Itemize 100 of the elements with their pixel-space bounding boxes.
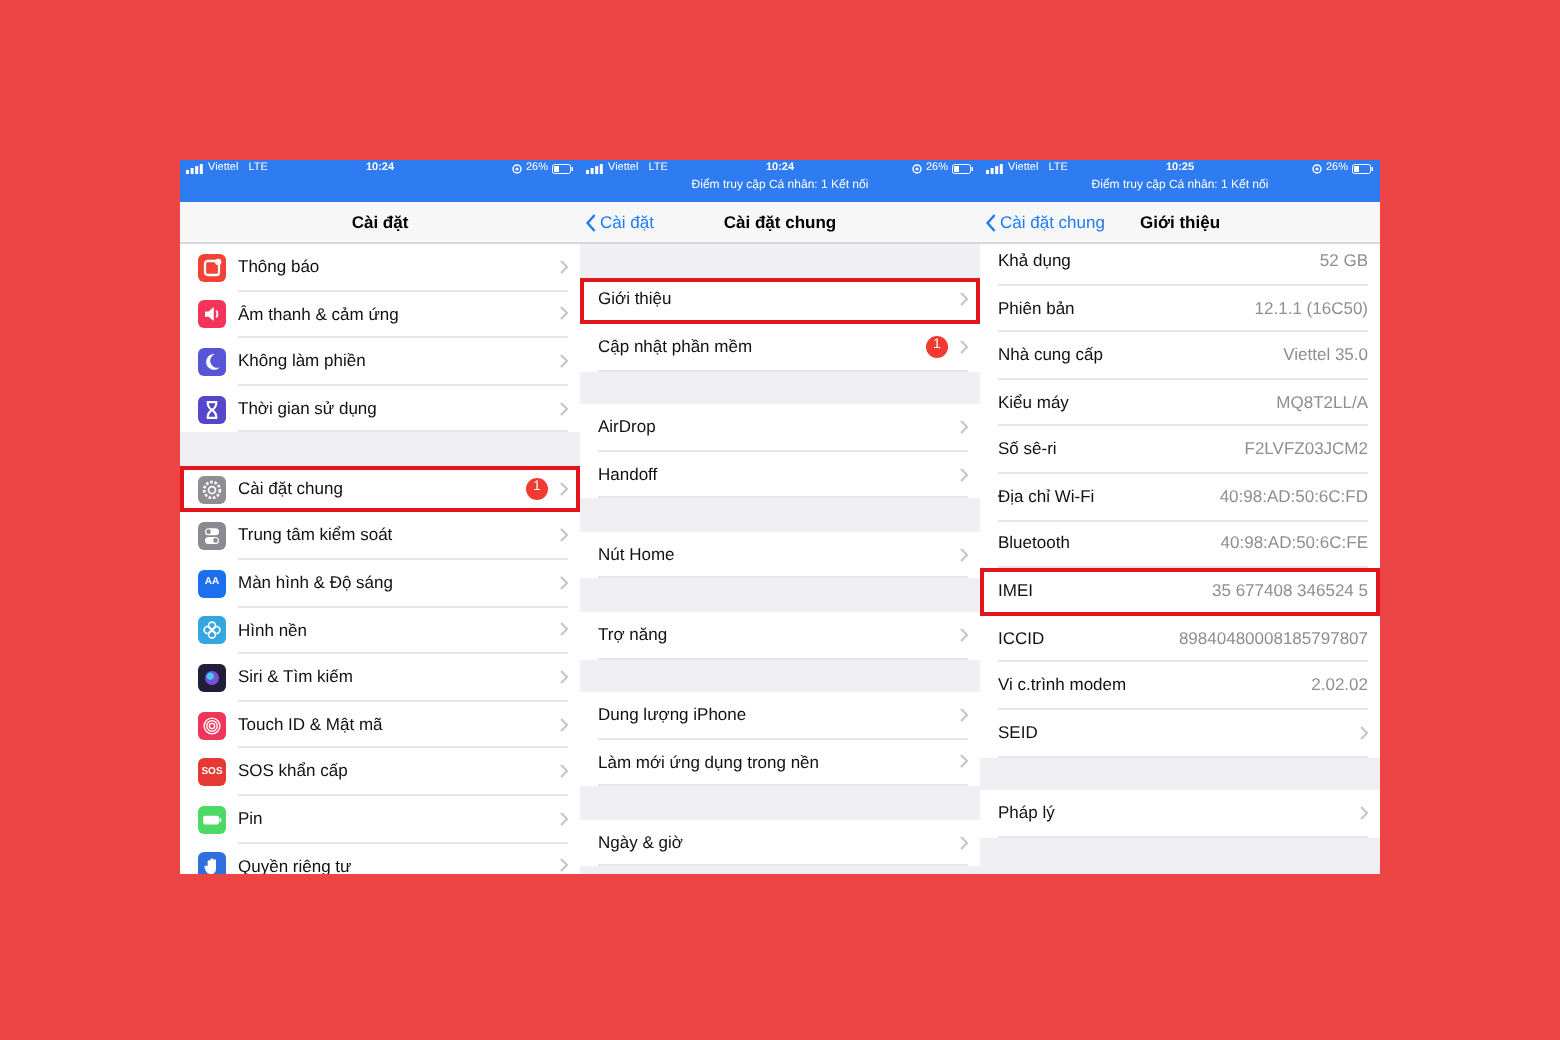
row-label: Âm thanh & cảm ứng [238, 301, 401, 327]
row-label: Kiểu máy [998, 389, 1071, 415]
settings-row[interactable]: AirDrop [580, 404, 980, 452]
chevron-icon [560, 622, 568, 637]
screen-title: Giới thiệu [1137, 209, 1223, 235]
chevron-icon [1360, 725, 1368, 740]
row-label: Khả dụng [998, 247, 1073, 274]
row-label: Quyền riêng tư [238, 853, 354, 874]
settings-row[interactable]: Thời gian sử dụng [180, 385, 580, 433]
chevron-icon [560, 259, 568, 274]
settings-row[interactable]: Không làm phiền [180, 338, 580, 386]
row-label: Phiên bản [998, 295, 1077, 321]
chevron-icon [960, 339, 968, 354]
screen-title: Cài đặt [349, 209, 411, 235]
settings-row[interactable]: Quyền riêng tư [180, 843, 580, 874]
settings-row[interactable]: Pháp lý [980, 790, 1380, 838]
battery-icon [552, 164, 575, 174]
row-value: 2.02.02 [1311, 672, 1368, 699]
battery-icon [952, 164, 975, 174]
row-label: Cập nhật phần mềm [598, 334, 755, 360]
row-label: Không làm phiền [238, 348, 368, 374]
battery-icon [1352, 164, 1375, 174]
back-chevron-icon [586, 213, 596, 231]
settings-row[interactable]: Bluetooth 40:98:AD:50:6C:FE [980, 521, 1380, 569]
settings-row[interactable]: Nhà cung cấp Viettel 35.0 [980, 332, 1380, 380]
settings-row[interactable]: SEID [980, 709, 1380, 758]
back-button[interactable]: Cài đặt [586, 209, 654, 235]
settings-row[interactable]: Touch ID & Mật mã [180, 701, 580, 749]
row-label: AirDrop [598, 414, 658, 440]
signal-icon [186, 164, 204, 174]
row-value: 40:98:AD:50:6C:FD [1219, 483, 1368, 510]
location-icon [1312, 164, 1322, 174]
row-value: 35 677408 346524 5 [1212, 578, 1368, 604]
chevron-icon [560, 401, 568, 416]
row-label: Pin [238, 805, 265, 832]
row-label: Giới thiệu [598, 286, 674, 313]
row-value: 89840480008185797807 [1178, 625, 1368, 651]
settings-row[interactable]: Hình nền [180, 607, 580, 655]
settings-row[interactable]: Số sê-ri F2LVFZ03JCM2 [980, 426, 1380, 474]
row-label: SEID [998, 719, 1040, 746]
row-label: Nút Home [598, 541, 677, 568]
row-label: Bluetooth [998, 530, 1072, 557]
settings-row[interactable]: Thông báo [180, 244, 580, 292]
settings-row[interactable]: Ngày & giờ [580, 819, 980, 867]
row-label: Touch ID & Mật mã [238, 711, 385, 738]
row-value: F2LVFZ03JCM2 [1244, 436, 1368, 463]
row-label: Pháp lý [998, 799, 1057, 826]
chevron-icon [560, 764, 568, 779]
chevron-icon [560, 670, 568, 685]
row-label: Handoff [598, 461, 660, 487]
chevron-icon [560, 353, 568, 368]
row-label: Dung lượng iPhone [598, 701, 749, 728]
settings-row[interactable]: Khả dụng 52 GB [980, 244, 1380, 286]
settings-row[interactable]: Dung lượng iPhone [580, 692, 980, 740]
row-label: IMEI [998, 578, 1035, 604]
settings-row[interactable]: IMEI 35 677408 346524 5 [980, 568, 1380, 616]
settings-row[interactable]: Handoff [580, 451, 980, 499]
chevron-icon [960, 835, 968, 850]
row-label: Trung tâm kiểm soát [238, 522, 395, 549]
row-value: 12.1.1 (16C50) [1254, 295, 1368, 321]
chevron-icon [560, 481, 568, 496]
row-label: ICCID [998, 625, 1047, 651]
row-label: Nhà cung cấp [998, 342, 1105, 368]
settings-row[interactable]: Nút Home [580, 531, 980, 579]
row-label: Hình nền [238, 617, 309, 643]
back-button[interactable]: Cài đặt chung [986, 209, 1105, 235]
row-value: 52 GB [1319, 247, 1368, 274]
settings-row[interactable]: Pin [180, 796, 580, 844]
row-label: Trợ năng [598, 621, 670, 648]
settings-row[interactable]: Trợ năng [580, 611, 980, 660]
row-value: Viettel 35.0 [1283, 342, 1368, 368]
settings-row[interactable]: Làm mới ứng dụng trong nền [580, 739, 980, 787]
signal-icon [586, 164, 604, 174]
settings-row[interactable]: Phiên bản 12.1.1 (16C50) [980, 285, 1380, 333]
chevron-icon [560, 811, 568, 826]
row-label: SOS khẩn cấp [238, 758, 350, 785]
settings-row[interactable]: Siri & Tìm kiếm [180, 654, 580, 702]
settings-row[interactable]: Kiểu máy MQ8T2LL/A [980, 379, 1380, 427]
row-label: Địa chỉ Wi-Fi [998, 483, 1097, 510]
location-icon [912, 164, 922, 174]
row-label: Thời gian sử dụng [238, 395, 379, 421]
chevron-icon [560, 717, 568, 732]
row-label: Siri & Tìm kiếm [238, 664, 355, 690]
row-label: Cài đặt chung [238, 475, 345, 502]
settings-row[interactable]: Vi c.trình modem 2.02.02 [980, 662, 1380, 710]
chevron-icon [960, 292, 968, 307]
back-chevron-icon [986, 213, 996, 231]
settings-row[interactable]: Địa chỉ Wi-Fi 40:98:AD:50:6C:FD [980, 473, 1380, 522]
chevron-icon [560, 858, 568, 873]
settings-row[interactable]: Âm thanh & cảm ứng [180, 291, 580, 339]
chevron-icon [560, 575, 568, 590]
location-icon [512, 164, 522, 174]
settings-row[interactable]: Trung tâm kiểm soát [180, 512, 580, 561]
chevron-icon [960, 467, 968, 482]
chevron-icon [960, 754, 968, 769]
chevron-icon [960, 627, 968, 642]
settings-row[interactable]: Giới thiệu [580, 277, 980, 325]
row-value: 40:98:AD:50:6C:FE [1220, 530, 1368, 557]
chevron-icon [960, 547, 968, 562]
settings-row[interactable]: ICCID 89840480008185797807 [980, 615, 1380, 663]
